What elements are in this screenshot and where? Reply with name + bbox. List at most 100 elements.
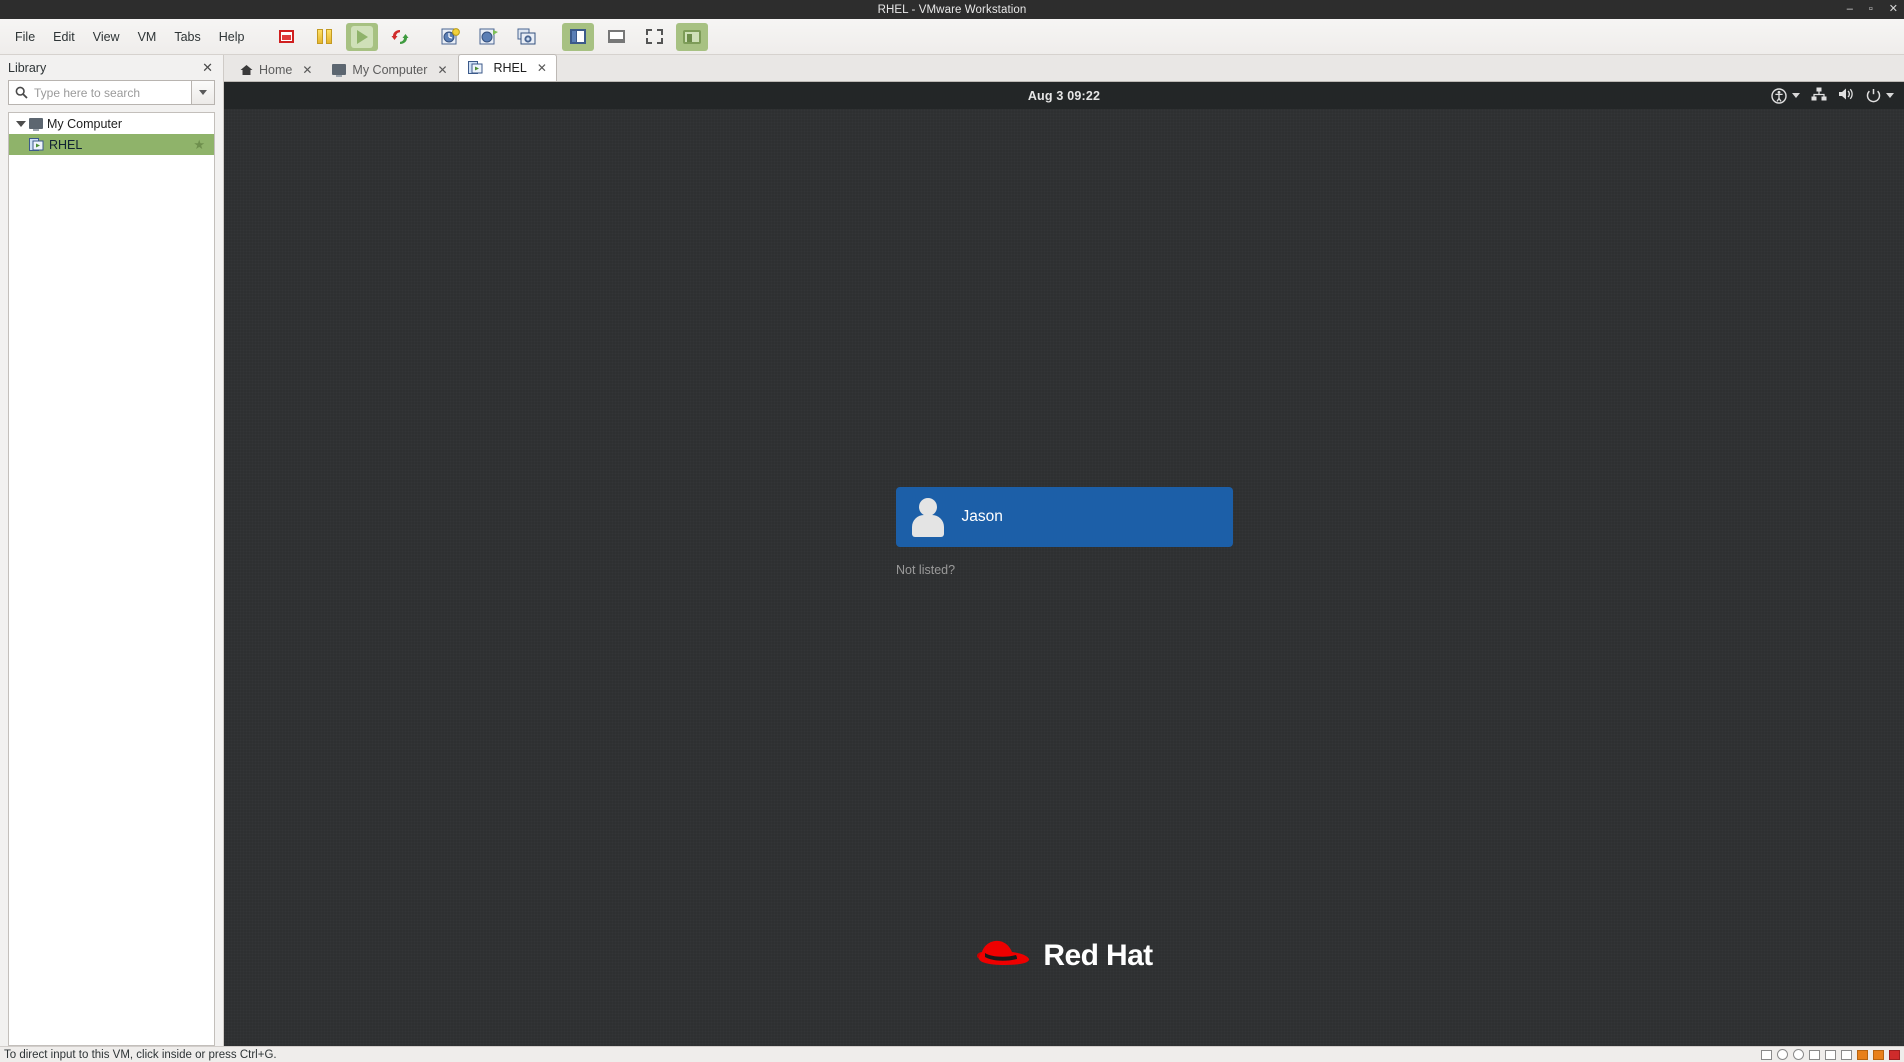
search-placeholder: Type here to search	[34, 85, 141, 100]
network-wired-icon[interactable]	[1811, 87, 1827, 104]
not-listed-link[interactable]: Not listed?	[896, 563, 955, 577]
tab-label: My Computer	[352, 62, 428, 77]
menu-file[interactable]: File	[6, 19, 44, 54]
tree-item-my-computer[interactable]: My Computer	[9, 113, 214, 134]
tab-label: RHEL	[493, 61, 527, 75]
accessibility-icon	[1771, 87, 1787, 104]
status-display-icon[interactable]	[1873, 1049, 1884, 1060]
tab-home[interactable]: Home ✕	[230, 57, 322, 81]
console-view-button[interactable]	[676, 22, 709, 51]
revert-snapshot-button[interactable]	[384, 23, 416, 51]
window-title: RHEL - VMware Workstation	[877, 3, 1027, 16]
tree-item-label: RHEL	[49, 137, 83, 152]
status-usb-icon[interactable]	[1825, 1049, 1836, 1060]
side-panel-icon	[570, 29, 587, 44]
status-disk-icon[interactable]	[1761, 1049, 1772, 1060]
search-icon	[15, 86, 28, 99]
vm-pane: Home ✕ My Computer ✕ RHEL ✕ Aug 3 09:22 …	[224, 54, 1904, 1046]
tree-item-rhel[interactable]: RHEL ★	[9, 134, 214, 155]
snapshot-manager-icon	[479, 28, 499, 46]
guest-screen[interactable]: Aug 3 09:22 Jason Not listed? Red Hat	[224, 82, 1904, 1046]
suspend-button[interactable]	[308, 23, 340, 51]
power-off-button[interactable]	[270, 23, 302, 51]
tab-strip: Home ✕ My Computer ✕ RHEL ✕	[224, 54, 1904, 82]
snapshot-clock-icon	[441, 27, 461, 46]
user-avatar-icon	[908, 497, 948, 537]
status-floppy-icon[interactable]	[1793, 1049, 1804, 1060]
power-menu[interactable]	[1866, 88, 1894, 103]
minimize-button[interactable]: –	[1847, 4, 1853, 15]
fullscreen-icon	[645, 29, 663, 44]
window-controls: – ▫ ✕	[1847, 0, 1898, 19]
menu-edit[interactable]: Edit	[44, 19, 84, 54]
status-cd-icon[interactable]	[1777, 1049, 1788, 1060]
menu-view[interactable]: View	[84, 19, 129, 54]
search-filter-dropdown[interactable]	[191, 80, 215, 105]
red-hat-wordmark: Red Hat	[1043, 938, 1153, 972]
show-library-button[interactable]	[562, 22, 595, 51]
red-hat-branding: Red Hat	[224, 933, 1904, 978]
vm-display-frame: Aug 3 09:22 Jason Not listed? Red Hat	[224, 82, 1904, 1046]
status-printer-icon[interactable]	[1857, 1049, 1868, 1060]
search-input[interactable]: Type here to search	[8, 80, 191, 105]
library-tree: My Computer RHEL ★	[8, 112, 215, 1046]
unity-icon	[607, 30, 625, 43]
menu-vm[interactable]: VM	[129, 19, 166, 54]
status-message: To direct input to this VM, click inside…	[4, 1048, 277, 1061]
stop-icon	[278, 30, 294, 43]
menu-help[interactable]: Help	[210, 19, 254, 54]
tab-label: Home	[259, 62, 293, 77]
library-sidebar: Library ✕ Type here to search My Compute…	[0, 55, 224, 1046]
fullscreen-button[interactable]	[638, 23, 670, 51]
gnome-top-bar: Aug 3 09:22	[224, 82, 1904, 109]
main-toolbar	[267, 19, 711, 54]
close-icon[interactable]: ✕	[537, 61, 547, 75]
user-login-button[interactable]: Jason	[895, 487, 1233, 547]
gnome-status-area	[1771, 87, 1894, 104]
status-sound-icon[interactable]	[1841, 1049, 1852, 1060]
power-on-button[interactable]	[346, 22, 379, 51]
status-indicators	[1761, 1049, 1900, 1060]
window-body: Library ✕ Type here to search My Compute…	[0, 54, 1904, 1046]
close-icon[interactable]: ✕	[302, 63, 312, 77]
gdm-login-area: Jason Not listed?	[224, 487, 1904, 577]
close-icon[interactable]: ✕	[198, 60, 217, 76]
favorite-star-icon[interactable]: ★	[193, 137, 205, 153]
user-name-label: Jason	[961, 508, 1003, 525]
close-icon[interactable]: ✕	[437, 63, 447, 77]
home-icon	[240, 64, 253, 76]
status-bar: To direct input to this VM, click inside…	[0, 1046, 1904, 1062]
tab-rhel[interactable]: RHEL ✕	[457, 54, 557, 81]
menubar: File Edit View VM Tabs Help	[0, 19, 253, 54]
tab-my-computer[interactable]: My Computer ✕	[322, 57, 457, 81]
manage-snapshots-button[interactable]	[473, 23, 505, 51]
unity-mode-button[interactable]	[600, 23, 632, 51]
tree-item-label: My Computer	[47, 116, 123, 131]
gnome-clock[interactable]: Aug 3 09:22	[224, 89, 1904, 103]
maximize-button[interactable]: ▫	[1869, 4, 1873, 15]
vm-icon	[29, 137, 44, 152]
status-message-icon[interactable]	[1889, 1049, 1900, 1060]
red-hat-fedora-icon	[975, 933, 1033, 978]
pause-icon	[316, 29, 332, 44]
menu-toolbar-row: File Edit View VM Tabs Help	[0, 19, 1904, 55]
power-icon	[1866, 89, 1881, 103]
revert-icon	[391, 28, 409, 46]
status-network-icon[interactable]	[1809, 1049, 1820, 1060]
volume-icon[interactable]	[1838, 87, 1855, 104]
console-view-icon	[683, 29, 702, 44]
expand-triangle-icon[interactable]	[13, 120, 29, 127]
accessibility-menu[interactable]	[1771, 87, 1800, 104]
take-snapshot-button[interactable]	[435, 23, 467, 51]
play-icon	[351, 25, 374, 48]
library-title: Library	[8, 60, 47, 75]
close-button[interactable]: ✕	[1889, 4, 1898, 15]
chevron-down-icon	[199, 90, 207, 95]
vm-icon	[467, 61, 483, 75]
chevron-down-icon	[1792, 93, 1800, 98]
monitor-icon	[29, 118, 43, 131]
snapshot-camera-button[interactable]	[511, 23, 543, 51]
menu-tabs[interactable]: Tabs	[165, 19, 209, 54]
library-header: Library ✕	[0, 55, 223, 80]
window-titlebar: RHEL - VMware Workstation – ▫ ✕	[0, 0, 1904, 19]
